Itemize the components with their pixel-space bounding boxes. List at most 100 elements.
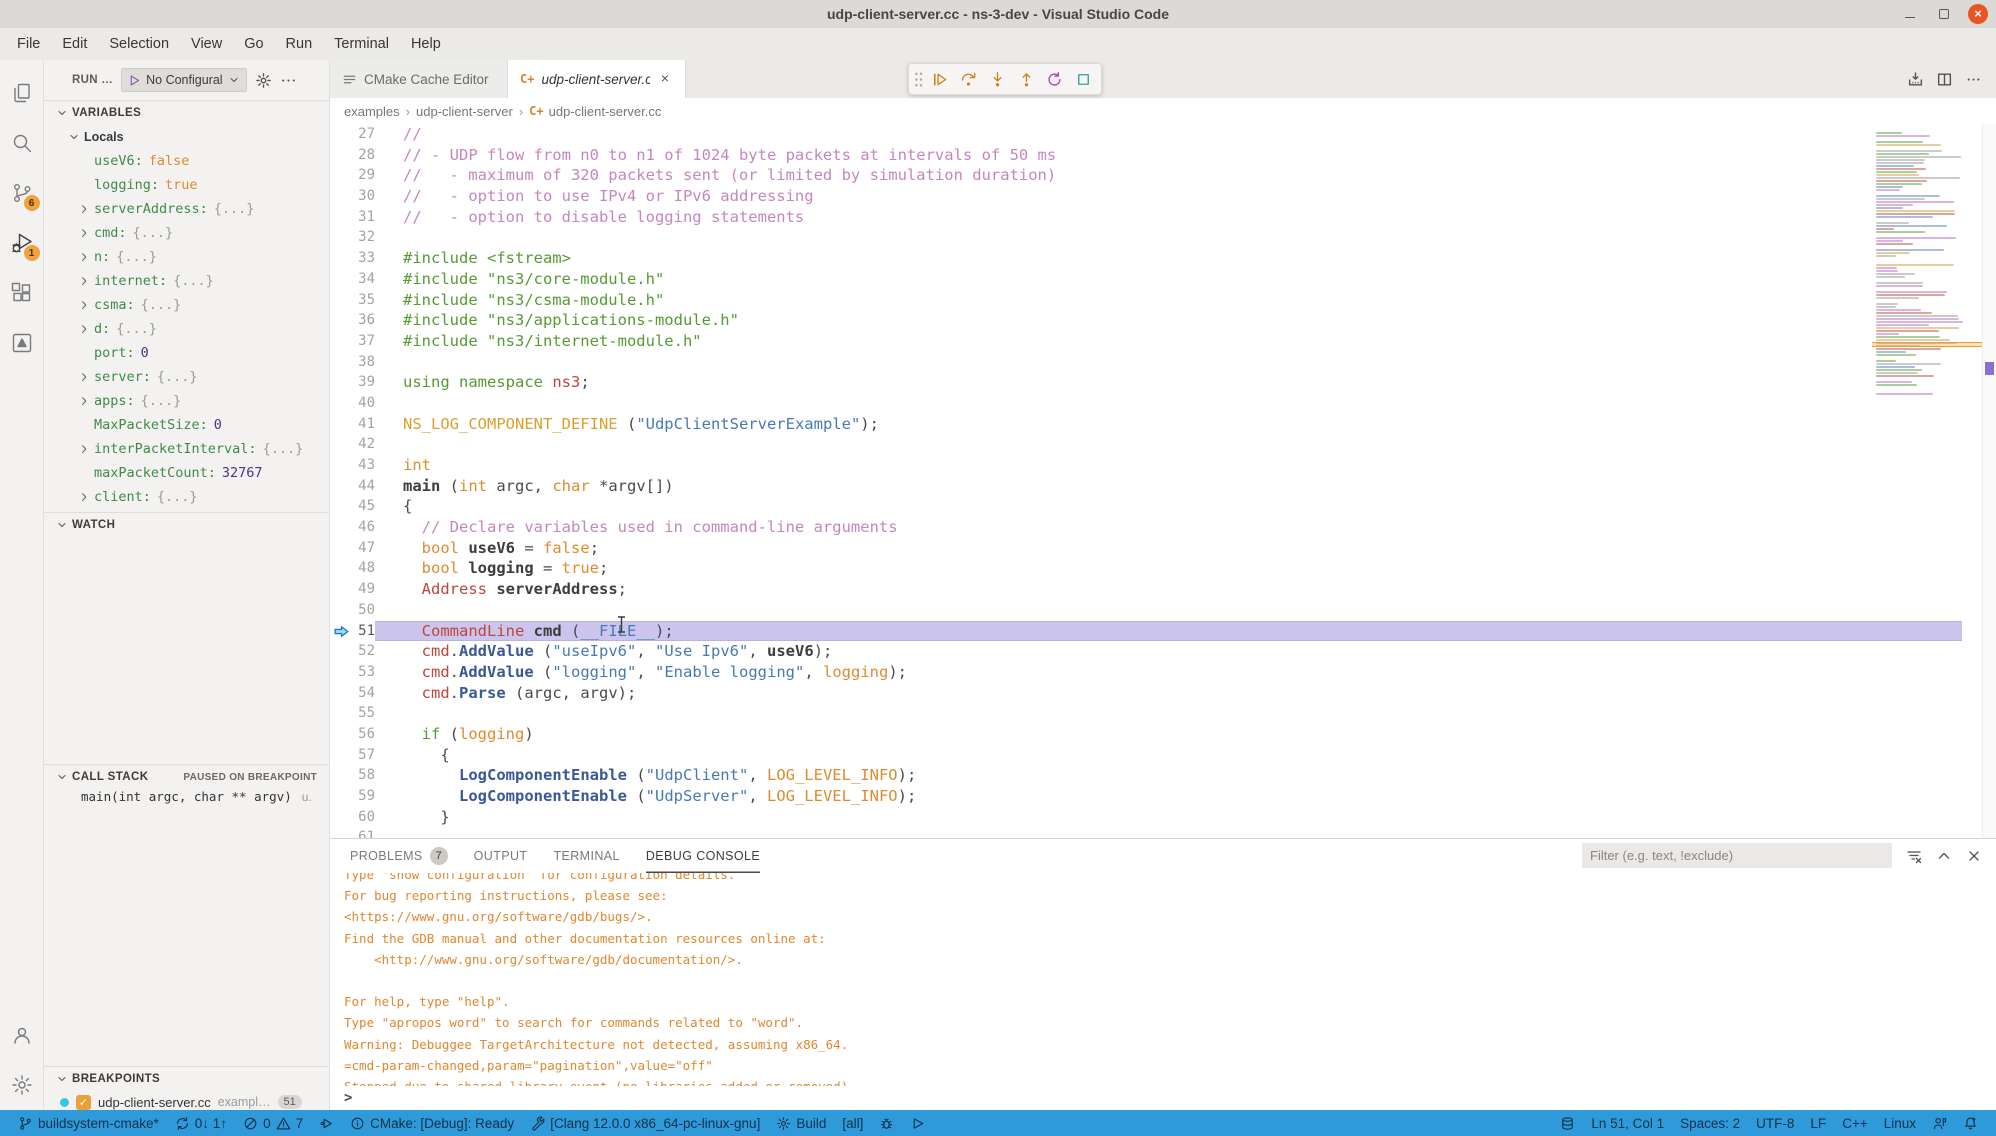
variable-row[interactable]: serverAddress:{...} — [44, 197, 329, 221]
status-item-feedback[interactable] — [1924, 1110, 1955, 1136]
source-control-icon[interactable]: 6 — [0, 168, 44, 218]
tab-udp-client-server[interactable]: C+ udp-client-server.cc × — [508, 60, 686, 98]
expand-chevron-icon[interactable] — [78, 395, 90, 407]
variable-row[interactable]: client:{...} — [44, 485, 329, 509]
variables-header[interactable]: VARIABLES — [44, 101, 329, 125]
filter-clear-icon[interactable] — [1906, 848, 1922, 864]
variable-row[interactable]: interPacketInterval:{...} — [44, 437, 329, 461]
menu-terminal[interactable]: Terminal — [323, 32, 400, 56]
step-into-button[interactable] — [984, 65, 1011, 93]
menu-help[interactable]: Help — [400, 32, 452, 56]
settings-gear-icon[interactable] — [0, 1060, 44, 1110]
locals-scope[interactable]: Locals — [44, 125, 329, 149]
status-item-git-branch[interactable]: buildsystem-cmake* — [10, 1110, 167, 1136]
expand-chevron-icon[interactable] — [78, 227, 90, 239]
variable-row[interactable]: apps:{...} — [44, 389, 329, 413]
close-button[interactable]: × — [1968, 4, 1988, 24]
continue-button[interactable] — [926, 65, 953, 93]
step-over-button[interactable] — [955, 65, 982, 93]
stack-frame[interactable]: main(int argc, char ** argv) u. — [44, 789, 329, 813]
expand-chevron-icon[interactable] — [78, 491, 90, 503]
panel-tab-terminal[interactable]: TERMINAL — [553, 839, 619, 873]
variable-row[interactable]: MaxPacketSize:0 — [44, 413, 329, 437]
status-item-launch-target[interactable] — [902, 1110, 933, 1136]
status-item-build-target[interactable]: [all] — [834, 1110, 871, 1136]
variable-row[interactable]: port:0 — [44, 341, 329, 365]
menu-go[interactable]: Go — [233, 32, 274, 56]
variable-row[interactable]: csma:{...} — [44, 293, 329, 317]
accounts-icon[interactable] — [0, 1010, 44, 1060]
close-panel-icon[interactable] — [1966, 848, 1982, 864]
variable-row[interactable]: d:{...} — [44, 317, 329, 341]
minimize-button[interactable] — [1900, 4, 1920, 24]
expand-chevron-icon[interactable] — [78, 275, 90, 287]
run-debug-icon[interactable]: 1 — [0, 218, 44, 268]
breadcrumb-folder[interactable]: udp-client-server — [416, 104, 513, 119]
restart-button[interactable] — [1041, 65, 1068, 93]
status-item-debug-indicator[interactable] — [311, 1110, 342, 1136]
menu-run[interactable]: Run — [275, 32, 324, 56]
debug-settings-gear-icon[interactable] — [255, 72, 272, 89]
status-item-cmake-kit[interactable]: [Clang 12.0.0 x86_64-pc-linux-gnu] — [522, 1110, 768, 1136]
call-stack-header[interactable]: CALL STACK PAUSED ON BREAKPOINT — [44, 765, 329, 789]
variable-row[interactable]: internet:{...} — [44, 269, 329, 293]
stop-button[interactable] — [1070, 65, 1097, 93]
variable-row[interactable]: useV6:false — [44, 149, 329, 173]
status-item-indentation[interactable]: Spaces: 2 — [1672, 1110, 1748, 1136]
debug-console-output[interactable]: Type "show configuration" for configurat… — [330, 873, 1996, 1086]
step-out-button[interactable] — [1013, 65, 1040, 93]
status-item-notifications[interactable] — [1955, 1110, 1986, 1136]
variable-row[interactable]: server:{...} — [44, 365, 329, 389]
variable-row[interactable]: cmd:{...} — [44, 221, 329, 245]
panel-tab-problems[interactable]: PROBLEMS7 — [350, 839, 448, 873]
tab-cmake-cache-editor[interactable]: CMake Cache Editor — [330, 60, 508, 98]
cmake-icon[interactable] — [0, 318, 44, 368]
expand-chevron-icon[interactable] — [78, 299, 90, 311]
maximize-panel-icon[interactable] — [1936, 848, 1952, 864]
variable-row[interactable]: maxPacketCount:32767 — [44, 461, 329, 485]
status-item-debug-target[interactable] — [871, 1110, 902, 1136]
panel-tab-debug-console[interactable]: DEBUG CONSOLE — [646, 839, 760, 873]
console-prompt[interactable]: > — [330, 1086, 1996, 1110]
expand-chevron-icon[interactable] — [78, 371, 90, 383]
variable-row[interactable]: logging:true — [44, 173, 329, 197]
status-item-sync-status[interactable]: 0↓ 1↑ — [167, 1110, 235, 1136]
menu-edit[interactable]: Edit — [51, 32, 98, 56]
drag-handle-icon[interactable] — [913, 68, 924, 91]
status-item-problems[interactable]: 07 — [235, 1110, 311, 1136]
close-tab-icon[interactable]: × — [657, 71, 673, 87]
watch-header[interactable]: WATCH — [44, 513, 329, 537]
desktop-download-icon[interactable] — [1907, 71, 1924, 88]
more-actions-icon[interactable] — [280, 72, 297, 89]
status-item-cmake-status[interactable]: CMake: [Debug]: Ready — [342, 1110, 522, 1136]
variable-row[interactable]: n:{...} — [44, 245, 329, 269]
expand-chevron-icon[interactable] — [78, 323, 90, 335]
expand-chevron-icon[interactable] — [78, 443, 90, 455]
minimap[interactable] — [1876, 124, 1976, 396]
menu-file[interactable]: File — [6, 32, 51, 56]
breakpoints-header[interactable]: BREAKPOINTS — [44, 1067, 329, 1091]
status-item-eol[interactable]: LF — [1802, 1110, 1834, 1136]
breadcrumb-file[interactable]: C+ udp-client-server.cc — [529, 104, 661, 119]
status-item-remote-os[interactable]: Linux — [1876, 1110, 1924, 1136]
panel-tab-output[interactable]: OUTPUT — [474, 839, 528, 873]
more-actions-icon[interactable] — [1965, 71, 1982, 88]
menu-view[interactable]: View — [180, 32, 233, 56]
extensions-icon[interactable] — [0, 268, 44, 318]
breadcrumb-folder[interactable]: examples — [344, 104, 400, 119]
status-item-cmake-build[interactable]: Build — [768, 1110, 834, 1136]
console-filter-input[interactable] — [1582, 843, 1892, 868]
status-item-cursor-position[interactable]: Ln 51, Col 1 — [1583, 1110, 1672, 1136]
launch-config-dropdown[interactable]: No Configural — [121, 68, 246, 92]
expand-chevron-icon[interactable] — [78, 251, 90, 263]
explorer-icon[interactable] — [0, 68, 44, 118]
breakpoint-checkbox[interactable]: ✓ — [76, 1095, 91, 1110]
status-item-language-mode[interactable]: C++ — [1834, 1110, 1876, 1136]
search-icon[interactable] — [0, 118, 44, 168]
editor-scrollbar[interactable] — [1982, 124, 1996, 838]
maximize-button[interactable] — [1934, 4, 1954, 24]
status-item-encoding[interactable]: UTF-8 — [1748, 1110, 1802, 1136]
expand-chevron-icon[interactable] — [78, 203, 90, 215]
status-item-cache[interactable] — [1552, 1110, 1583, 1136]
menu-selection[interactable]: Selection — [98, 32, 180, 56]
